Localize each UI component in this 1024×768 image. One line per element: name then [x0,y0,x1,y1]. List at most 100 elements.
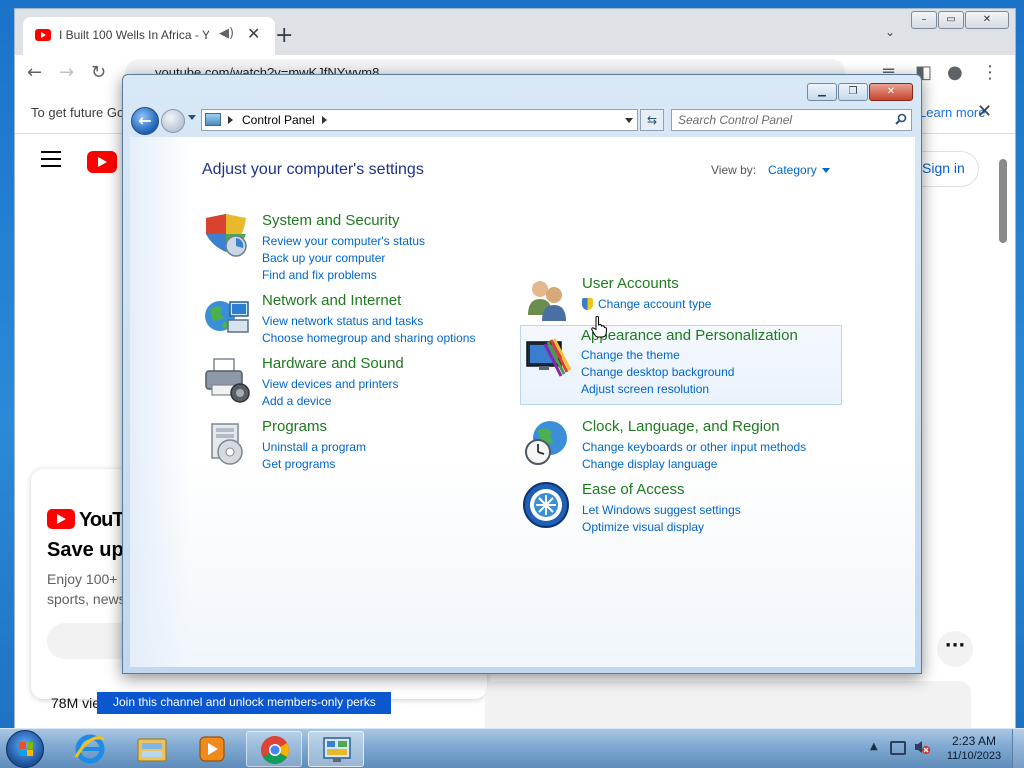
volume-muted-icon[interactable] [914,739,930,755]
category-title[interactable]: Clock, Language, and Region [582,418,780,435]
youtube-logo-icon [47,509,75,529]
page-scrollbar[interactable] [999,159,1007,243]
category-title[interactable]: Hardware and Sound [262,355,404,372]
back-arrow-icon[interactable]: ← [27,62,42,83]
profile-icon[interactable]: ● [947,62,963,83]
category-link[interactable]: Choose homegroup and sharing options [262,331,475,345]
category-title[interactable]: Network and Internet [262,292,401,309]
category-title[interactable]: Appearance and Personalization [581,327,798,344]
kebab-menu-icon[interactable]: ⋮ [981,62,999,83]
hand-cursor-icon [591,316,607,338]
breadcrumb[interactable]: Control Panel [242,113,315,127]
recent-pages-icon[interactable] [188,115,196,120]
category-ease-of-access: Ease of Access Let Windows suggest setti… [522,481,842,534]
security-shield-icon [206,214,247,257]
category-link[interactable]: Change the theme [581,348,680,362]
category-title[interactable]: Ease of Access [582,481,685,498]
category-link[interactable]: View network status and tasks [262,314,423,328]
category-link[interactable]: Add a device [262,394,331,408]
taskbar-google-chrome[interactable] [246,731,302,767]
category-link[interactable]: Find and fix problems [262,268,377,282]
category-link[interactable]: Uninstall a program [262,440,366,454]
category-clock-language-and-region: Clock, Language, and Region Change keybo… [522,418,842,471]
category-link[interactable]: Get programs [262,457,335,471]
youtube-favicon-icon [35,29,51,41]
category-title[interactable]: System and Security [262,212,400,229]
new-tab-button[interactable]: + [275,23,293,48]
tab-title: I Built 100 Wells In Africa - YouTube [59,28,209,42]
view-by-value: Category [768,163,817,177]
chevron-down-icon [821,168,830,174]
appearance-icon [526,338,572,377]
show-desktop-button[interactable] [1012,729,1024,768]
folder-icon [137,738,167,762]
category-link[interactable]: Adjust screen resolution [581,382,709,396]
user-accounts-icon [528,281,566,321]
control-panel-window: ▁ ❐ ✕ ← Control Panel ⇆ Search Control P… [122,74,922,674]
breadcrumb-arrow-icon[interactable] [228,116,233,124]
category-link[interactable]: Change desktop background [581,365,734,379]
more-actions-button[interactable]: ··· [937,631,973,667]
close-infobar-icon[interactable]: ✕ [977,101,992,122]
category-network-and-internet: Network and Internet View network status… [202,292,502,345]
category-link[interactable]: Optimize visual display [582,520,704,534]
reload-icon[interactable]: ↻ [91,62,106,83]
chrome-window-controls: – ▭ ✕ [911,11,1009,29]
address-bar[interactable]: Control Panel [201,109,638,131]
control-panel-icon [205,113,221,126]
control-panel-content: Adjust your computer's settings View by:… [130,137,915,667]
forward-button[interactable] [161,109,185,133]
category-appearance-and-personalization[interactable]: Appearance and Personalization Change th… [520,325,842,405]
minimize-button[interactable]: – [911,11,937,29]
taskbar-control-panel[interactable] [308,731,364,767]
minimize-button[interactable]: ▁ [807,83,837,101]
browser-tab[interactable]: I Built 100 Wells In Africa - YouTube ◀︎… [23,17,275,55]
chevron-down-icon[interactable] [625,118,633,123]
category-link[interactable]: View devices and printers [262,377,399,391]
control-panel-icon [323,737,351,762]
start-button[interactable] [6,730,44,768]
category-link[interactable]: Change keyboards or other input methods [582,440,806,454]
back-button[interactable]: ← [131,107,159,135]
maximize-button[interactable]: ▭ [938,11,964,29]
view-by-dropdown[interactable]: Category [768,163,830,177]
search-input[interactable]: Search Control Panel [671,109,912,131]
maximize-button[interactable]: ❐ [838,83,868,101]
members-banner[interactable]: Join this channel and unlock members-onl… [97,692,391,714]
category-title[interactable]: Programs [262,418,327,435]
category-link[interactable]: Change display language [582,457,717,471]
speaker-icon[interactable]: ◀︎) [219,26,234,41]
tab-search-icon[interactable]: ⌄ [885,25,895,39]
search-icon[interactable] [895,113,907,125]
page-title: Adjust your computer's settings [202,161,424,178]
taskbar-windows-explorer[interactable] [124,731,180,767]
ease-of-access-icon [523,482,569,528]
category-link[interactable]: Review your computer's status [262,234,425,248]
network-status-icon[interactable] [890,741,906,755]
learn-more-link[interactable]: Learn more [919,105,985,120]
clock-time[interactable]: 2:23 AM [944,734,1004,748]
close-tab-icon[interactable]: ✕ [247,24,260,43]
breadcrumb-arrow-icon[interactable] [322,116,327,124]
taskbar-internet-explorer[interactable] [62,731,118,767]
view-count: 78M vie [51,695,101,711]
search-placeholder: Search Control Panel [678,113,793,127]
tab-strip: I Built 100 Wells In Africa - YouTube ◀︎… [15,9,1015,55]
refresh-button[interactable]: ⇆ [640,109,664,131]
close-button[interactable]: ✕ [869,83,913,101]
infobar-message: To get future Go [31,105,125,120]
close-button[interactable]: ✕ [965,11,1009,29]
chrome-icon [261,736,289,764]
clock-date[interactable]: 11/10/2023 [944,750,1004,762]
forward-arrow-icon[interactable]: → [59,62,74,83]
category-link[interactable]: Back up your computer [262,251,385,265]
category-link[interactable]: Change account type [582,297,711,311]
category-link[interactable]: Let Windows suggest settings [582,503,741,517]
youtube-logo-icon[interactable] [87,151,117,173]
show-hidden-icons-icon[interactable]: ▲ [870,741,878,752]
category-title[interactable]: User Accounts [582,275,679,292]
network-globe-icon [205,301,249,333]
taskbar-windows-media-player[interactable] [184,731,240,767]
hamburger-menu-icon[interactable] [41,151,61,172]
internet-explorer-icon [74,734,105,764]
